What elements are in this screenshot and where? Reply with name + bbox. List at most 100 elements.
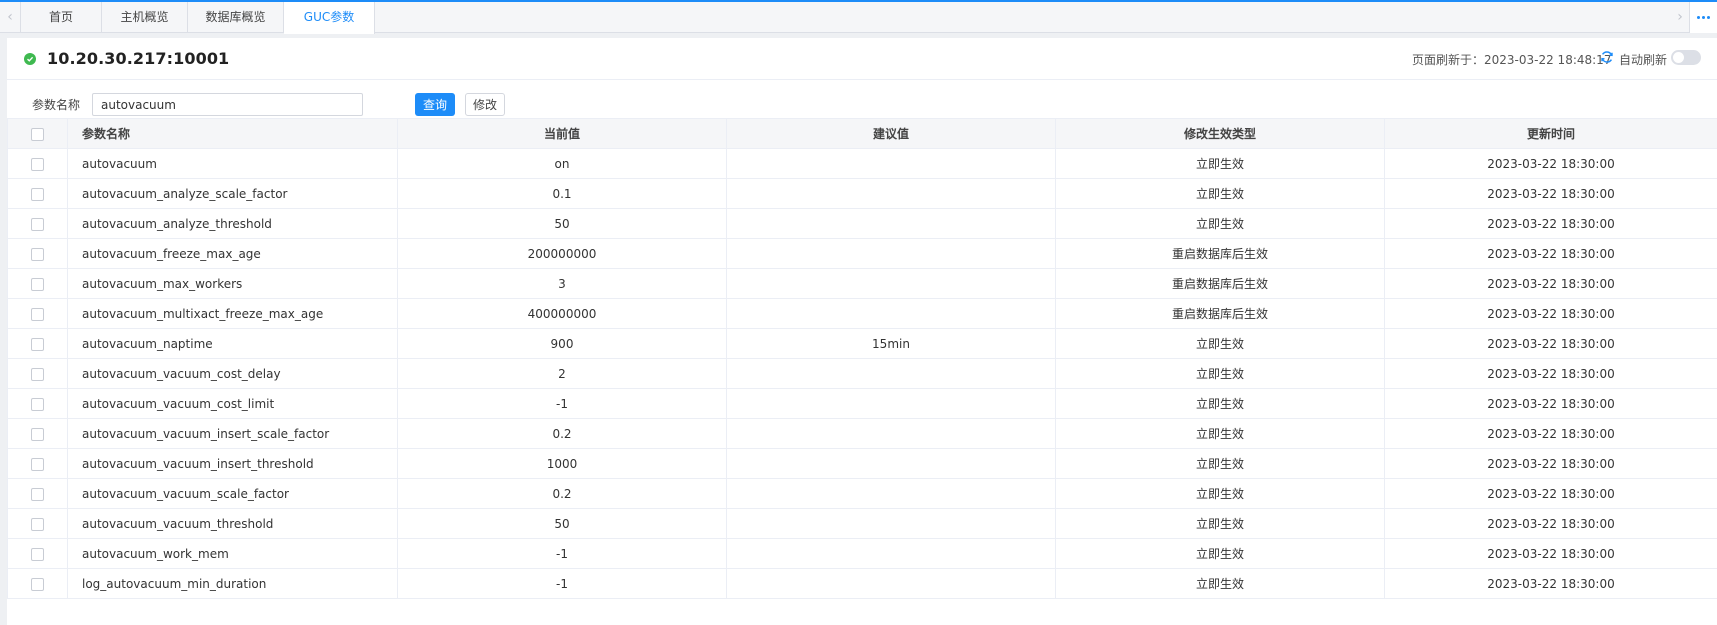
row-checkbox[interactable] <box>31 307 44 321</box>
cell-updated-time: 2023-03-22 18:30:00 <box>1384 268 1717 299</box>
tab-guc-params[interactable]: GUC参数 <box>284 2 375 34</box>
cell-effect-type: 立即生效 <box>1055 418 1385 449</box>
cell-suggested-value <box>726 568 1056 599</box>
column-header-name: 参数名称 <box>67 118 398 149</box>
row-select-cell <box>7 448 68 479</box>
table-row[interactable]: autovacuum_max_workers 3 重启数据库后生效 2023-03-2… <box>7 268 1717 299</box>
row-select-cell <box>7 208 68 239</box>
cell-suggested-value <box>726 208 1056 239</box>
cell-effect-type: 立即生效 <box>1055 448 1385 479</box>
row-checkbox[interactable] <box>31 187 44 201</box>
cell-effect-type: 立即生效 <box>1055 148 1385 179</box>
refresh-icon[interactable] <box>1600 50 1614 64</box>
table-row[interactable]: autovacuum_naptime 900 15min 立即生效 2023-03-22… <box>7 328 1717 359</box>
cell-current-value: 400000000 <box>397 298 727 329</box>
row-checkbox[interactable] <box>31 367 44 381</box>
row-select-cell <box>7 508 68 539</box>
cell-suggested-value <box>726 298 1056 329</box>
row-select-cell <box>7 478 68 509</box>
column-header-updated: 更新时间 <box>1384 118 1717 149</box>
cell-effect-type: 立即生效 <box>1055 208 1385 239</box>
row-checkbox[interactable] <box>31 427 44 441</box>
table-row[interactable]: autovacuum_vacuum_scale_factor 0.2 立即生效 202… <box>7 478 1717 509</box>
cell-updated-time: 2023-03-22 18:30:00 <box>1384 538 1717 569</box>
row-checkbox[interactable] <box>31 487 44 501</box>
cell-updated-time: 2023-03-22 18:30:00 <box>1384 508 1717 539</box>
table-row[interactable]: autovacuum_analyze_threshold 50 立即生效 2023-0… <box>7 208 1717 239</box>
select-all-checkbox[interactable] <box>31 127 44 141</box>
cell-current-value: 50 <box>397 508 727 539</box>
chevron-left-icon[interactable]: ‹ <box>2 2 18 33</box>
table-row[interactable]: log_autovacuum_min_duration -1 立即生效 2023-03… <box>7 568 1717 599</box>
column-header-effect-type: 修改生效类型 <box>1055 118 1385 149</box>
row-checkbox[interactable] <box>31 577 44 591</box>
cell-updated-time: 2023-03-22 18:30:00 <box>1384 388 1717 419</box>
cell-param-name: autovacuum_analyze_scale_factor <box>67 178 398 209</box>
query-button[interactable]: 查询 <box>415 93 455 116</box>
auto-refresh-label: 自动刷新 <box>1619 53 1668 67</box>
cell-param-name: autovacuum_max_workers <box>67 268 398 299</box>
row-select-cell <box>7 148 68 179</box>
table-row[interactable]: autovacuum_analyze_scale_factor 0.1 立即生效 20… <box>7 178 1717 209</box>
cell-updated-time: 2023-03-22 18:30:00 <box>1384 148 1717 179</box>
row-select-cell <box>7 568 68 599</box>
cell-effect-type: 重启数据库后生效 <box>1055 268 1385 299</box>
cell-current-value: 900 <box>397 328 727 359</box>
column-header-suggested: 建议值 <box>726 118 1056 149</box>
row-checkbox[interactable] <box>31 217 44 231</box>
auto-refresh-toggle[interactable] <box>1671 50 1701 65</box>
cell-param-name: autovacuum_multixact_freeze_max_age <box>67 298 398 329</box>
row-checkbox[interactable] <box>31 397 44 411</box>
table-header-row: 参数名称 当前值 建议值 修改生效类型 更新时间 <box>7 118 1717 149</box>
cell-effect-type: 立即生效 <box>1055 538 1385 569</box>
cell-current-value: -1 <box>397 568 727 599</box>
row-checkbox[interactable] <box>31 337 44 351</box>
row-checkbox[interactable] <box>31 547 44 561</box>
cell-current-value: 200000000 <box>397 238 727 269</box>
cell-current-value: 2 <box>397 358 727 389</box>
row-select-cell <box>7 538 68 569</box>
row-checkbox[interactable] <box>31 247 44 261</box>
cell-param-name: autovacuum_vacuum_insert_threshold <box>67 448 398 479</box>
row-checkbox[interactable] <box>31 517 44 531</box>
cell-current-value: -1 <box>397 538 727 569</box>
table-row[interactable]: autovacuum_work_mem -1 立即生效 2023-03-22 18:3… <box>7 538 1717 569</box>
tab-home[interactable]: 首页 <box>20 2 102 33</box>
row-select-cell <box>7 418 68 449</box>
tab-database-overview[interactable]: 数据库概览 <box>188 2 284 33</box>
cell-suggested-value <box>726 148 1056 179</box>
table-row[interactable]: autovacuum_multixact_freeze_max_age 40000… <box>7 298 1717 329</box>
cell-effect-type: 立即生效 <box>1055 358 1385 389</box>
table-row[interactable]: autovacuum_vacuum_cost_limit -1 立即生效 2023-0… <box>7 388 1717 419</box>
cell-suggested-value <box>726 388 1056 419</box>
param-name-input[interactable] <box>92 93 363 116</box>
tab-host-overview[interactable]: 主机概览 <box>102 2 188 33</box>
chevron-right-icon[interactable]: › <box>1672 2 1688 33</box>
cell-param-name: autovacuum_freeze_max_age <box>67 238 398 269</box>
row-select-cell <box>7 178 68 209</box>
table-row[interactable]: autovacuum_vacuum_cost_delay 2 立即生效 2023-03… <box>7 358 1717 389</box>
cell-suggested-value <box>726 358 1056 389</box>
cell-current-value: 3 <box>397 268 727 299</box>
more-dots-icon[interactable] <box>1689 2 1717 33</box>
table-row[interactable]: autovacuum_freeze_max_age 200000000 重启数据库后… <box>7 238 1717 269</box>
cell-suggested-value <box>726 448 1056 479</box>
table-row[interactable]: autovacuum_vacuum_threshold 50 立即生效 2023-03… <box>7 508 1717 539</box>
row-select-cell <box>7 298 68 329</box>
cell-current-value: 1000 <box>397 448 727 479</box>
cell-suggested-value <box>726 268 1056 299</box>
row-select-cell <box>7 388 68 419</box>
row-checkbox[interactable] <box>31 457 44 471</box>
table-row[interactable]: autovacuum_vacuum_insert_scale_factor 0.2… <box>7 418 1717 449</box>
row-select-cell <box>7 328 68 359</box>
modify-button[interactable]: 修改 <box>465 93 505 116</box>
cell-current-value: 0.1 <box>397 178 727 209</box>
tab-bar: ‹ 首页 主机概览 数据库概览 GUC参数 › <box>0 2 1717 34</box>
table-row[interactable]: autovacuum on 立即生效 2023-03-22 18:30:00 <box>7 148 1717 179</box>
param-name-label: 参数名称 <box>32 98 81 112</box>
row-checkbox[interactable] <box>31 157 44 171</box>
table-row[interactable]: autovacuum_vacuum_insert_threshold 1000 立即… <box>7 448 1717 479</box>
cell-suggested-value: 15min <box>726 328 1056 359</box>
row-checkbox[interactable] <box>31 277 44 291</box>
cell-param-name: autovacuum_naptime <box>67 328 398 359</box>
